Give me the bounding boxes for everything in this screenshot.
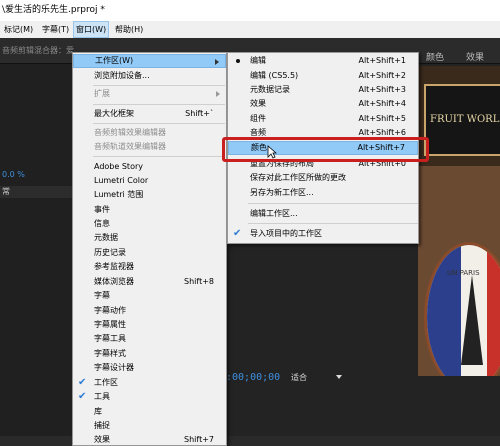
audio-mixer-tab[interactable]: 音频剪辑混合器：爱 xyxy=(2,45,74,56)
menu-bar: 标记(M) 字幕(T) 窗口(W) 帮助(H) xyxy=(0,21,500,38)
window-title: \爱生活的乐先生.prproj * xyxy=(0,0,500,21)
workspace-tab-color[interactable]: 颜色 xyxy=(426,50,444,63)
workspace-editing[interactable]: 编辑 Alt+Shift+1 xyxy=(228,54,418,68)
menu-window[interactable]: 窗口(W) xyxy=(73,21,110,38)
menu-item-audio-clip-effect-editor[interactable]: 音频剪辑效果编辑器 xyxy=(73,126,226,140)
menu-title[interactable]: 字幕(T) xyxy=(40,21,71,38)
workspace-save-as-new[interactable]: 另存为新工作区... xyxy=(228,186,418,200)
workspace-effects[interactable]: 效果 Alt+Shift+4 xyxy=(228,97,418,111)
fit-select[interactable]: 适合 xyxy=(291,372,307,383)
menu-marker[interactable]: 标记(M) xyxy=(2,21,35,38)
left-label: 常 xyxy=(0,186,72,198)
workspace-editing-cs55[interactable]: 编辑 (CS5.5) Alt+Shift+2 xyxy=(228,69,418,83)
checkmark-icon: ✔ xyxy=(233,228,242,239)
annotation-highlight-box xyxy=(222,137,429,162)
menu-item-effects[interactable]: 效果 Shift+7 xyxy=(73,433,226,446)
menu-item-metadata[interactable]: 元数据 xyxy=(73,231,226,245)
left-percent: 0.0 % xyxy=(2,170,25,179)
menu-item-browse-addons[interactable]: 浏览附加设备... xyxy=(73,69,226,83)
checkmark-icon: ✔ xyxy=(78,391,87,402)
menu-item-reference-monitor[interactable]: 参考监视器 xyxy=(73,260,226,274)
menu-help[interactable]: 帮助(H) xyxy=(113,21,145,38)
menu-item-title-actions[interactable]: 字幕动作 xyxy=(73,304,226,318)
workspace-assembly[interactable]: 组件 Alt+Shift+5 xyxy=(228,112,418,126)
menu-item-title-tools[interactable]: 字幕工具 xyxy=(73,332,226,346)
workspace-tab-effects[interactable]: 效果 xyxy=(466,50,484,63)
menu-item-lumetri-color[interactable]: Lumetri Color xyxy=(73,174,226,188)
window-menu: 工作区(W) 浏览附加设备... 扩展 最大化框架 Shift+` 音频剪辑效果… xyxy=(72,52,227,446)
menu-item-maximize-frame[interactable]: 最大化框架 Shift+` xyxy=(73,107,226,121)
timecode[interactable]: :00;00;00 xyxy=(226,372,280,383)
program-monitor: FRUIT WORLD UN PARIS xyxy=(418,66,500,376)
menu-item-tools[interactable]: ✔ 工具 xyxy=(73,390,226,404)
submenu-arrow-icon xyxy=(215,59,219,65)
menu-item-title-designer[interactable]: 字幕设计器 xyxy=(73,361,226,375)
menu-item-info[interactable]: 信息 xyxy=(73,217,226,231)
eiffel-tower-icon xyxy=(461,275,483,365)
radio-bullet-icon xyxy=(236,59,240,63)
preview-plate: UN PARIS xyxy=(424,242,500,376)
menu-item-media-browser[interactable]: 媒体浏览器 Shift+8 xyxy=(73,275,226,289)
workspace-save-changes[interactable]: 保存对此工作区所做的更改 xyxy=(228,171,418,185)
submenu-arrow-icon xyxy=(216,91,220,97)
workspace-metadata-logging[interactable]: 元数据记录 Alt+Shift+3 xyxy=(228,83,418,97)
mouse-cursor-icon xyxy=(267,145,277,159)
menu-item-capture[interactable]: 捕捉 xyxy=(73,419,226,433)
menu-item-adobe-story[interactable]: Adobe Story xyxy=(73,160,226,174)
checkmark-icon: ✔ xyxy=(78,377,87,388)
menu-item-title-styles[interactable]: 字幕样式 xyxy=(73,347,226,361)
menu-item-lumetri-scopes[interactable]: Lumetri 范围 xyxy=(73,188,226,202)
fit-dropdown-icon[interactable] xyxy=(336,375,342,379)
menu-item-workspaces-panel[interactable]: ✔ 工作区 xyxy=(73,376,226,390)
preview-board-text: FRUIT WORLD xyxy=(430,114,500,125)
menu-item-libraries[interactable]: 库 xyxy=(73,405,226,419)
menu-item-audio-track-effect-editor[interactable]: 音频轨道效果编辑器 xyxy=(73,140,226,154)
left-panel: 0.0 % 常 xyxy=(0,64,72,446)
menu-item-workspace[interactable]: 工作区(W) xyxy=(73,54,226,68)
workspace-edit-workspaces[interactable]: 编辑工作区... xyxy=(228,207,418,221)
menu-item-history[interactable]: 历史记录 xyxy=(73,246,226,260)
menu-item-events[interactable]: 事件 xyxy=(73,203,226,217)
preview-plate-text: UN PARIS xyxy=(447,269,480,277)
menu-item-title-properties[interactable]: 字幕属性 xyxy=(73,318,226,332)
menu-item-extensions[interactable]: 扩展 xyxy=(73,87,226,101)
workspace-import-from-project[interactable]: ✔ 导入项目中的工作区 xyxy=(228,227,418,241)
menu-item-captions[interactable]: 字幕 xyxy=(73,289,226,303)
